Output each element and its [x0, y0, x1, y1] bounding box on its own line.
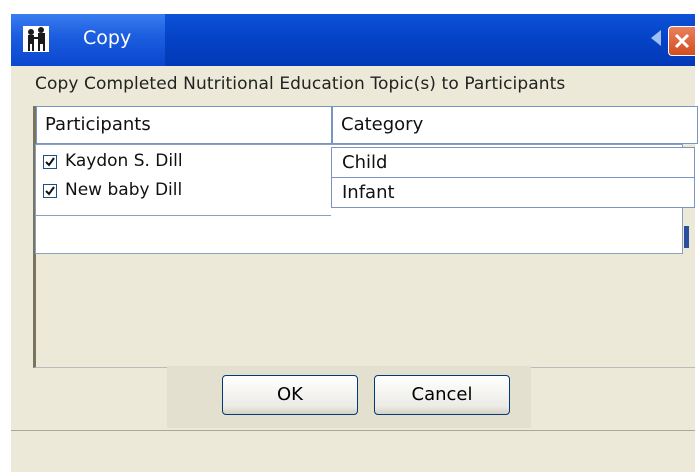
participant-row[interactable]: New baby Dill [35, 179, 330, 207]
family-icon [23, 26, 49, 52]
participant-name: New baby Dill [65, 180, 183, 200]
horizontal-scrollbar-thumb[interactable] [684, 226, 689, 248]
window-title: Copy [83, 27, 132, 49]
ok-button[interactable]: OK [222, 375, 358, 415]
category-cell: Infant [331, 177, 695, 208]
cancel-button[interactable]: Cancel [374, 375, 510, 415]
row-divider [35, 215, 331, 216]
category-column-header[interactable]: Category [332, 106, 698, 144]
titlebar-arrow-icon [651, 28, 661, 48]
participant-checkbox[interactable] [43, 184, 57, 198]
copy-dialog: Copy Copy Completed Nutritional Educatio… [11, 14, 698, 472]
participant-checkbox[interactable] [43, 155, 57, 169]
title-bar[interactable]: Copy [11, 14, 695, 66]
participants-column-header[interactable]: Participants [36, 106, 332, 144]
instruction-text: Copy Completed Nutritional Education Top… [35, 74, 566, 94]
close-button[interactable] [668, 26, 695, 56]
button-bar: OK Cancel [167, 366, 531, 428]
category-cell: Child [331, 147, 695, 178]
participant-row[interactable]: Kaydon S. Dill [35, 150, 330, 178]
participant-name: Kaydon S. Dill [65, 151, 183, 171]
status-bar [11, 430, 695, 472]
